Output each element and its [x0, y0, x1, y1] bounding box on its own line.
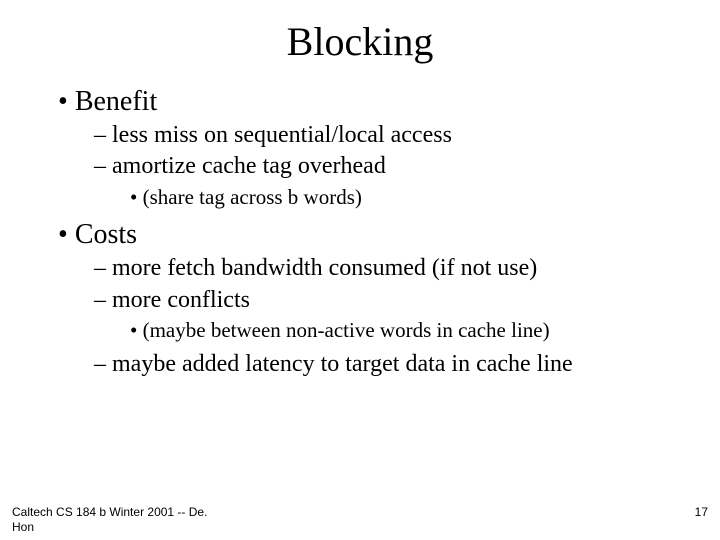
bullet-costs-sub1: more fetch bandwidth consumed (if not us…: [58, 254, 690, 283]
bullet-costs: Costs: [58, 218, 690, 252]
footer-left: Caltech CS 184 b Winter 2001 -- De. Hon: [12, 505, 212, 534]
slide-content: Benefit less miss on sequential/local ac…: [0, 85, 720, 379]
slide: Blocking Benefit less miss on sequential…: [0, 0, 720, 540]
bullet-costs-sub2-detail: (maybe between non-active words in cache…: [58, 318, 690, 344]
footer-page-number: 17: [695, 505, 708, 519]
slide-title: Blocking: [0, 0, 720, 77]
bullet-benefit-sub2-detail: (share tag across b words): [58, 185, 690, 211]
bullet-costs-sub2: more conflicts: [58, 286, 690, 315]
bullet-costs-label: Costs: [75, 219, 137, 250]
bullet-benefit-label: Benefit: [75, 86, 157, 117]
bullet-benefit: Benefit: [58, 85, 690, 119]
bullet-benefit-sub1: less miss on sequential/local access: [58, 121, 690, 150]
bullet-benefit-sub2: amortize cache tag overhead: [58, 152, 690, 181]
bullet-costs-sub3: maybe added latency to target data in ca…: [58, 350, 690, 379]
slide-footer: Caltech CS 184 b Winter 2001 -- De. Hon …: [12, 505, 708, 534]
